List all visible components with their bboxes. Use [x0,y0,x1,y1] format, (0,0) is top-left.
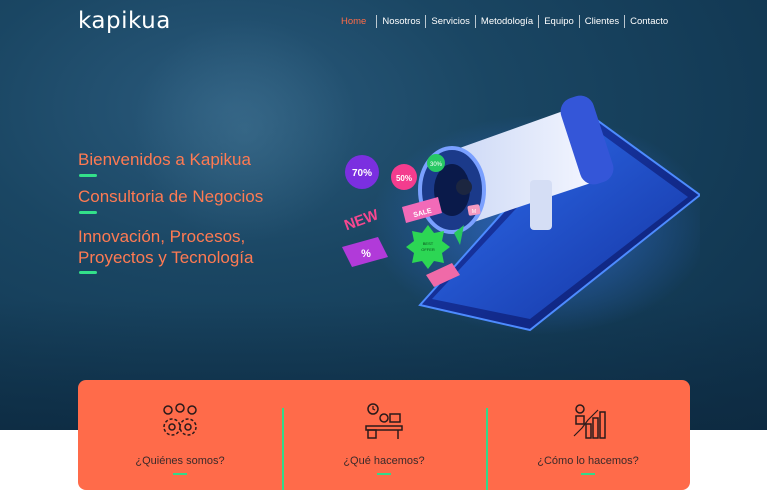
discount-tag-30: 30% [427,154,445,172]
logo[interactable]: kapikua [78,8,171,34]
svg-text:BEST: BEST [423,241,434,246]
card-quienes-somos[interactable]: ¿Quiénes somos? [78,380,282,490]
hero-consulting: Consultoria de Negocios [78,187,264,206]
svg-text:M: M [472,209,476,215]
card-underline [581,473,595,475]
discount-tag-50: 50% [391,164,417,190]
nav-equipo[interactable]: Equipo [538,15,579,28]
svg-text:OFFER: OFFER [421,247,435,252]
card-label: ¿Qué hacemos? [343,455,425,467]
card-underline [173,473,187,475]
hero-innovation-line2: Proyectos y Tecnología [78,248,254,267]
discount-tag-70: 70% [345,155,379,189]
svg-text:50%: 50% [396,174,412,183]
team-gears-icon [163,403,197,436]
hero-innovation-line1: Innovación, Procesos, [78,227,246,246]
hero-underline [79,174,97,177]
hero-underline [79,271,97,274]
card-label: ¿Cómo lo hacemos? [537,455,639,467]
hero-welcome: Bienvenidos a Kapikua [78,150,251,169]
card-que-hacemos[interactable]: ¿Qué hacemos? [282,380,486,490]
best-offer-seal: BEST OFFER [406,225,450,269]
small-tag: M [467,204,481,216]
svg-text:70%: 70% [352,168,372,179]
svg-text:30%: 30% [430,162,443,168]
growth-chart-icon [573,404,606,439]
nav-home[interactable]: Home [336,15,376,28]
hero-underline [79,211,97,214]
card-label: ¿Quiénes somos? [135,455,225,467]
hero-section: kapikua Home Nosotros Servicios Metodolo… [0,0,767,430]
card-underline [377,473,391,475]
nav-metodologia[interactable]: Metodología [474,15,538,28]
main-nav: Home Nosotros Servicios Metodología Equi… [336,15,673,28]
nav-nosotros[interactable]: Nosotros [376,15,425,28]
nav-clientes[interactable]: Clientes [578,15,624,28]
feature-cards: ¿Quiénes somos? ¿Qué hacemos? ¿Cómo lo h… [78,380,690,490]
svg-text:%: % [361,248,371,260]
card-como-lo-hacemos[interactable]: ¿Cómo lo hacemos? [486,380,690,490]
nav-servicios[interactable]: Servicios [425,15,475,28]
nav-contacto[interactable]: Contacto [624,15,673,28]
megaphone-phone-illustration: 70% 50% 30% NEW SALE % BEST OFFER M [342,95,700,335]
desk-worker-icon [365,403,403,439]
